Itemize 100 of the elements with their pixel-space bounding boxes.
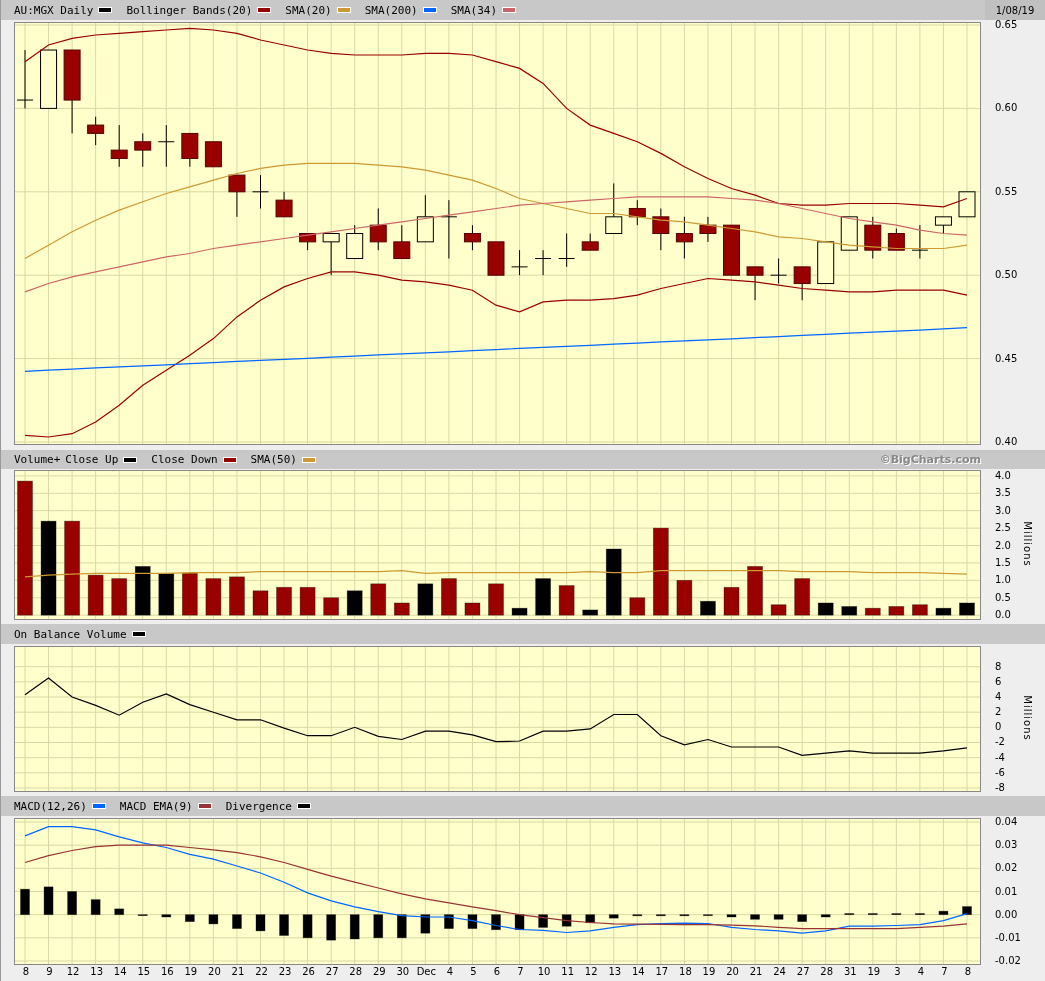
histogram-bar xyxy=(605,548,622,616)
histogram-bar xyxy=(867,913,878,916)
candlestick xyxy=(322,233,340,276)
chart-date: 1/08/19 xyxy=(985,0,1045,20)
histogram-bar xyxy=(90,899,101,916)
histogram-bar xyxy=(582,609,599,616)
histogram-bar xyxy=(346,590,363,616)
histogram-bar xyxy=(535,578,551,616)
candlestick xyxy=(228,174,246,218)
axis-tick-label: -0.02 xyxy=(995,954,1021,968)
axis-tick-label: 28 xyxy=(349,966,363,978)
histogram-bar xyxy=(464,602,481,616)
candlestick xyxy=(652,208,670,251)
axis-tick-label: 0.45 xyxy=(995,351,1018,366)
candlestick xyxy=(16,49,34,109)
histogram-bar xyxy=(864,607,881,616)
histogram-bar xyxy=(915,913,925,916)
histogram-bar xyxy=(276,586,292,616)
axis-tick-label: 12 xyxy=(66,966,80,978)
histogram-bar xyxy=(912,604,928,616)
histogram-bar xyxy=(959,602,975,616)
legend-label: SMA(50) xyxy=(250,453,297,466)
axis-tick-label: 8 xyxy=(22,966,30,978)
axis-tick-label: 4 xyxy=(995,690,1002,704)
axis-tick-label: 24 xyxy=(773,966,786,978)
histogram-bar xyxy=(302,914,313,939)
histogram-bar xyxy=(323,597,340,616)
axis-tick-label: 3.0 xyxy=(995,503,1011,518)
histogram-bar xyxy=(773,914,784,920)
axis-tick-label: 20 xyxy=(726,966,739,978)
axis-tick-label: 0.02 xyxy=(995,861,1018,876)
axis-tick-label: 3.5 xyxy=(995,486,1011,501)
axis-tick-label: -8 xyxy=(995,780,1005,795)
candlestick xyxy=(770,258,788,285)
candlestick xyxy=(252,174,269,209)
axis-tick-label: 0.40 xyxy=(995,435,1018,449)
histogram-bar xyxy=(770,604,787,616)
axis-tick-label: 19 xyxy=(867,966,881,978)
candlestick xyxy=(864,216,882,259)
histogram-bar xyxy=(676,579,693,616)
histogram-bar xyxy=(747,566,763,616)
candlestick xyxy=(840,216,858,251)
axis-tick-label: -4 xyxy=(995,750,1005,765)
candlestick xyxy=(463,224,481,251)
histogram-bar xyxy=(396,914,407,939)
histogram-bar xyxy=(87,574,104,616)
axis-tick-label: 7 xyxy=(517,966,524,978)
legend-label: Volume+ xyxy=(14,453,61,466)
axis-title: Millions xyxy=(1022,521,1034,567)
candlestick xyxy=(534,249,552,276)
axis-tick-label: 1.0 xyxy=(995,573,1011,588)
axis-tick-label: 21 xyxy=(749,966,763,978)
histogram-bar xyxy=(467,914,478,929)
histogram-bar xyxy=(326,914,337,941)
candlestick xyxy=(793,266,811,301)
axis-tick-label: 15 xyxy=(137,966,151,978)
axis-tick-label: 3 xyxy=(894,966,901,978)
histogram-bar xyxy=(794,578,811,616)
histogram-bar xyxy=(938,910,949,916)
candlestick xyxy=(369,208,387,251)
histogram-bar xyxy=(373,914,384,939)
axis-tick-label: -6 xyxy=(995,765,1005,780)
candlestick xyxy=(699,216,717,243)
histogram-bar xyxy=(844,913,855,916)
histogram-bar xyxy=(444,914,454,929)
axis-tick-label: -0.01 xyxy=(995,930,1021,945)
histogram-bar xyxy=(679,914,690,917)
candlestick xyxy=(346,224,364,259)
axis-tick-label: 14 xyxy=(631,966,645,978)
axis-tick-label: 5 xyxy=(470,966,477,978)
axis-tick-label: 19 xyxy=(184,966,198,978)
candlestick xyxy=(581,233,599,251)
candlestick xyxy=(723,224,740,276)
histogram-bar xyxy=(817,602,834,616)
histogram-bar xyxy=(137,914,148,917)
histogram-bar xyxy=(655,914,666,917)
histogram-bar xyxy=(43,886,54,916)
candlestick xyxy=(157,124,175,168)
histogram-bar xyxy=(820,914,831,918)
axis-tick-label: 2 xyxy=(995,705,1002,720)
candlestick xyxy=(40,49,58,109)
histogram-bar xyxy=(935,607,952,616)
candlestick xyxy=(487,241,505,276)
copyright-text: ©BigCharts.com xyxy=(879,453,981,466)
histogram-bar xyxy=(161,914,172,918)
candlestick xyxy=(605,182,623,234)
candlestick xyxy=(817,241,835,285)
histogram-bar xyxy=(420,914,431,934)
histogram-bar xyxy=(632,914,643,917)
legend-label: MACD(12,26) xyxy=(14,799,87,813)
axis-tick-label: 8 xyxy=(995,659,1002,674)
axis-tick-label: 18 xyxy=(679,966,692,978)
axis-tick-label: -2 xyxy=(995,735,1005,750)
histogram-bar xyxy=(255,914,266,932)
candlestick xyxy=(628,199,646,226)
candlestick xyxy=(393,224,411,259)
histogram-bar xyxy=(750,914,760,920)
histogram-bar xyxy=(205,578,222,616)
axis-tick-label: 31 xyxy=(843,966,857,978)
legend-label: Close Down xyxy=(151,453,218,466)
